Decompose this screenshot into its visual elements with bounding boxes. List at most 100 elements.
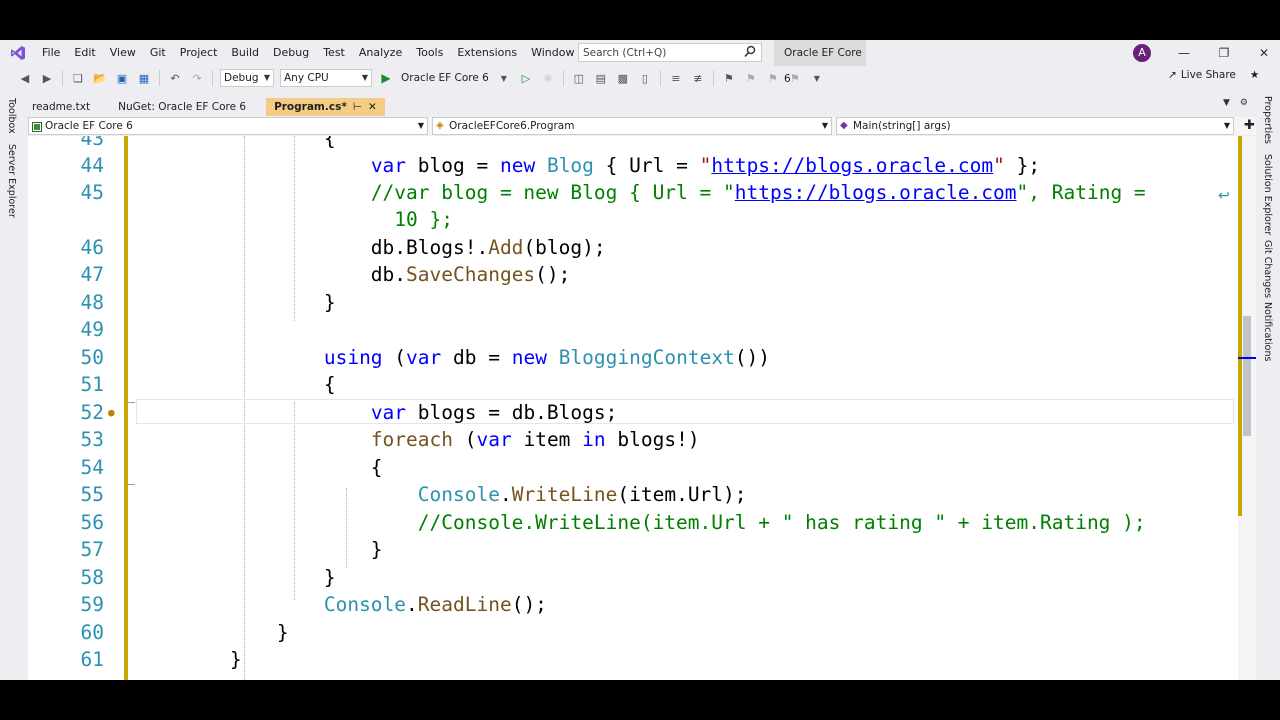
scrollbar-thumb[interactable]: [1243, 316, 1251, 436]
code-line-44: 44 var blog = new Blog { Url = "https://…: [80, 154, 1041, 177]
document-tab-strip: readme.txt NuGet: Oracle EF Core 6 Progr…: [24, 98, 1256, 116]
code-editor[interactable]: 43 { 44 var blog = new Blog { Url = "htt…: [28, 136, 1238, 680]
code-line-45-wrapped: 10 };: [394, 208, 453, 231]
start-dropdown-icon[interactable]: ▼: [495, 69, 513, 87]
account-avatar[interactable]: A: [1133, 44, 1151, 62]
code-line-61: 61 }: [80, 648, 242, 671]
close-tab-icon[interactable]: ✕: [368, 98, 377, 116]
pin-icon[interactable]: ⊢: [353, 98, 362, 116]
chevron-down-icon: ▼: [821, 121, 828, 130]
right-dock: Properties Solution Explorer Git Changes…: [1256, 92, 1280, 680]
menu-file[interactable]: File: [35, 40, 67, 66]
menu-build[interactable]: Build: [224, 40, 266, 66]
word-wrap-icon: ↩: [1218, 188, 1230, 204]
feedback-icon[interactable]: ★: [1250, 69, 1259, 81]
solution-explorer-icon[interactable]: ▩: [614, 69, 632, 87]
server-explorer-tab[interactable]: Server Explorer: [6, 144, 17, 218]
code-line-58: 58 }: [80, 566, 336, 589]
code-line-50: 50 using (var db = new BloggingContext()…: [80, 346, 771, 369]
url-link[interactable]: https://blogs.oracle.com: [711, 154, 993, 177]
toolbox-tab[interactable]: Toolbox: [6, 98, 17, 134]
member-dropdown[interactable]: ◆ Main(string[] args) ▼: [836, 117, 1234, 135]
lightbulb-icon[interactable]: ●: [108, 399, 115, 426]
tab-readme[interactable]: readme.txt: [24, 98, 98, 116]
menu-test[interactable]: Test: [316, 40, 352, 66]
menu-extensions[interactable]: Extensions: [450, 40, 524, 66]
member-dropdown-value: Main(string[] args): [853, 120, 951, 132]
menu-debug[interactable]: Debug: [266, 40, 316, 66]
navigate-back-icon[interactable]: ◀: [16, 69, 34, 87]
hot-reload-icon[interactable]: ⚛: [539, 69, 557, 87]
layout-icon[interactable]: ▤: [592, 69, 610, 87]
new-project-icon[interactable]: ❏: [69, 69, 87, 87]
redo-icon[interactable]: ↷: [188, 69, 206, 87]
csharp-project-icon: [32, 121, 42, 132]
tab-list-dropdown-icon[interactable]: ▼: [1223, 98, 1230, 108]
save-all-icon[interactable]: ▦: [135, 69, 153, 87]
platform-dropdown[interactable]: Any CPU ▼: [280, 69, 372, 87]
menu-git[interactable]: Git: [143, 40, 173, 66]
code-line-47: 47 db.SaveChanges();: [80, 263, 571, 286]
menu-window[interactable]: Window: [524, 40, 581, 66]
tab-nuget[interactable]: NuGet: Oracle EF Core 6: [110, 98, 254, 116]
code-line-46: 46 db.Blogs!.Add(blog);: [80, 236, 606, 259]
project-dropdown-value: Oracle EF Core 6: [45, 120, 133, 132]
save-icon[interactable]: ▣: [113, 69, 131, 87]
live-share-label: Live Share: [1180, 69, 1236, 81]
project-dropdown[interactable]: Oracle EF Core 6 ▼: [28, 117, 428, 135]
start-debugging-icon[interactable]: ▶: [377, 69, 395, 87]
menu-project[interactable]: Project: [173, 40, 225, 66]
open-file-icon[interactable]: 📂: [91, 69, 109, 87]
bookmark-icon[interactable]: ⚑: [720, 69, 738, 87]
menu-tools[interactable]: Tools: [409, 40, 450, 66]
code-line-56: 56 //Console.WriteLine(item.Url + " has …: [80, 511, 1146, 534]
menu-edit[interactable]: Edit: [67, 40, 102, 66]
clear-bookmarks-icon[interactable]: ⚑: [786, 69, 804, 87]
prev-bookmark-icon[interactable]: ⚑: [742, 69, 760, 87]
letterbox-top: [0, 0, 1280, 40]
notifications-tab[interactable]: Notifications: [1262, 302, 1273, 361]
chevron-down-icon: ▼: [417, 121, 424, 130]
configuration-dropdown[interactable]: Debug ▼: [220, 69, 274, 87]
split-editor-icon[interactable]: ✚: [1244, 117, 1255, 135]
settings-gear-icon[interactable]: ⚙: [1240, 98, 1248, 108]
undo-icon[interactable]: ↶: [166, 69, 184, 87]
class-dropdown[interactable]: ◈ OracleEFCore6.Program ▼: [432, 117, 832, 135]
visual-studio-logo-icon[interactable]: [9, 44, 27, 62]
menu-view[interactable]: View: [103, 40, 143, 66]
search-input[interactable]: Search (Ctrl+Q): [578, 43, 762, 62]
minimize-button[interactable]: —: [1166, 40, 1202, 66]
url-link[interactable]: https://blogs.oracle.com: [735, 181, 1017, 204]
start-without-debugging-icon[interactable]: ▷: [517, 69, 535, 87]
start-project-label[interactable]: Oracle EF Core 6: [401, 72, 489, 84]
code-line-48: 48 }: [80, 291, 336, 314]
platform-value: Any CPU: [284, 72, 329, 84]
configuration-value: Debug: [224, 72, 259, 84]
solution-title: Oracle EF Core 6: [774, 40, 866, 85]
vertical-scrollbar[interactable]: [1238, 136, 1256, 680]
class-dropdown-value: OracleEFCore6.Program: [449, 120, 575, 132]
maximize-button[interactable]: ❐: [1206, 40, 1242, 66]
chevron-down-icon: ▼: [1223, 121, 1230, 130]
live-share-button[interactable]: ↗ Live Share ★: [1168, 69, 1259, 81]
solution-explorer-tab[interactable]: Solution Explorer: [1262, 154, 1273, 235]
properties-tab[interactable]: Properties: [1262, 96, 1273, 144]
uncomment-icon[interactable]: ≢: [689, 69, 707, 87]
toolbar-options-icon[interactable]: ▼: [808, 69, 826, 87]
code-line-60: 60 }: [80, 621, 289, 644]
code-line-57: 57 }: [80, 538, 383, 561]
code-line-59: 59 Console.ReadLine();: [80, 593, 547, 616]
next-bookmark-icon[interactable]: ⚑: [764, 69, 782, 87]
browse-icon[interactable]: ◫: [570, 69, 588, 87]
search-icon: [744, 45, 756, 62]
class-icon: ◈: [436, 120, 444, 131]
git-changes-tab[interactable]: Git Changes: [1262, 240, 1273, 298]
navigate-forward-icon[interactable]: ▶: [38, 69, 56, 87]
navigation-bar: Oracle EF Core 6 ▼ ◈ OracleEFCore6.Progr…: [28, 117, 1256, 135]
close-button[interactable]: ✕: [1246, 40, 1280, 66]
visual-studio-window: File Edit View Git Project Build Debug T…: [0, 40, 1280, 680]
menu-analyze[interactable]: Analyze: [352, 40, 409, 66]
files-icon[interactable]: ▯: [636, 69, 654, 87]
tab-program-cs[interactable]: Program.cs* ⊢ ✕: [266, 98, 385, 116]
comment-icon[interactable]: ≡: [667, 69, 685, 87]
